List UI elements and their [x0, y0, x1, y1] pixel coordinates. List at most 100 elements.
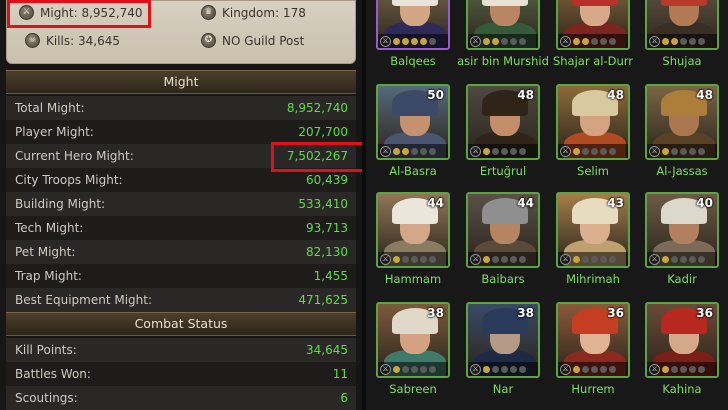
star-empty-icon [689, 365, 696, 373]
hero-level: 40 [696, 196, 713, 210]
hero-name: Mihrimah [566, 272, 620, 286]
star-empty-icon [680, 255, 687, 263]
star-filled-icon [582, 37, 589, 45]
star-filled-icon [662, 147, 669, 155]
hero-level: 38 [517, 306, 534, 320]
kills-summary-text: Kills: 34,645 [46, 33, 120, 48]
star-filled-icon [402, 147, 409, 155]
hero-portrait[interactable]: 36 ⚔ [645, 302, 719, 378]
hero-portrait[interactable]: ⚔ [556, 0, 630, 50]
hero-star-rating: ⚔ [468, 252, 538, 266]
hero-star-rating: ⚔ [468, 144, 538, 158]
hero-portrait[interactable]: ⚔ [376, 0, 450, 50]
star-empty-icon [600, 255, 607, 263]
hero-name: Al-Jassas [656, 164, 708, 178]
star-filled-icon [573, 255, 580, 263]
hero-portrait[interactable]: 44 ⚔ [376, 192, 450, 268]
hero-portrait[interactable]: ⚔ [645, 0, 719, 50]
hero-star-rating: ⚔ [558, 34, 628, 48]
star-empty-icon [680, 147, 687, 155]
row-label: Current Hero Might: [15, 149, 134, 163]
star-empty-icon [591, 255, 598, 263]
hero-portrait-headwear [661, 0, 707, 6]
hero-class-icon: ⚔ [470, 145, 481, 157]
hero-portrait[interactable]: 36 ⚔ [556, 302, 630, 378]
star-empty-icon [411, 147, 418, 155]
star-empty-icon [420, 147, 427, 155]
row-value: 60,439 [306, 173, 348, 187]
hero-name: Kadir [667, 272, 697, 286]
star-filled-icon [662, 37, 669, 45]
star-empty-icon [689, 37, 696, 45]
star-empty-icon [609, 365, 616, 373]
row-label: Tech Might: [15, 221, 84, 235]
row-value: 34,645 [306, 343, 348, 357]
star-empty-icon [591, 365, 598, 373]
star-filled-icon [420, 37, 427, 45]
hero-name: Sabreen [389, 382, 437, 396]
hero-portrait[interactable]: 43 ⚔ [556, 192, 630, 268]
star-empty-icon [501, 147, 508, 155]
hero-class-icon: ⚔ [560, 363, 571, 375]
row-value: 93,713 [306, 221, 348, 235]
star-empty-icon [510, 255, 517, 263]
hero-portrait[interactable]: 48 ⚔ [466, 84, 540, 160]
star-empty-icon [609, 37, 616, 45]
star-empty-icon [680, 37, 687, 45]
hero-class-icon: ⚔ [380, 35, 391, 47]
hero-name: Shujaa [662, 54, 702, 68]
hero-level: 44 [427, 196, 444, 210]
star-empty-icon [582, 365, 589, 373]
hero-portrait[interactable]: 40 ⚔ [645, 192, 719, 268]
star-empty-icon [429, 37, 436, 45]
star-empty-icon [698, 255, 705, 263]
star-empty-icon [429, 147, 436, 155]
hero-portrait[interactable]: 44 ⚔ [466, 192, 540, 268]
might-row-tech: Tech Might: 93,713 [6, 216, 356, 240]
hero-level: 50 [427, 88, 444, 102]
might-row-trap: Trap Might: 1,455 [6, 264, 356, 288]
hero-portrait[interactable]: 38 ⚔ [466, 302, 540, 378]
star-empty-icon [429, 255, 436, 263]
skull-icon: ☠ [25, 33, 40, 48]
hero-portrait-headwear [572, 0, 618, 6]
hero-name: Hurrem [571, 382, 615, 396]
hero-grid: ⚔ Balqees ⚔ asir bin Murshid ⚔ Shajar al-Durr… [366, 0, 728, 410]
row-value: 533,410 [298, 197, 348, 211]
might-row-building: Building Might: 533,410 [6, 192, 356, 216]
star-empty-icon [501, 37, 508, 45]
hero-name: Hammam [384, 272, 442, 286]
star-filled-icon [393, 37, 400, 45]
hero-portrait[interactable]: 48 ⚔ [645, 84, 719, 160]
star-empty-icon [429, 365, 436, 373]
hero-portrait[interactable]: 38 ⚔ [376, 302, 450, 378]
hero-name: Al-Basra [389, 164, 437, 178]
hero-portrait[interactable]: 50 ⚔ [376, 84, 450, 160]
star-empty-icon [510, 147, 517, 155]
hero-level: 38 [427, 306, 444, 320]
hero-class-icon: ⚔ [380, 145, 391, 157]
star-filled-icon [573, 147, 580, 155]
star-filled-icon [393, 365, 400, 373]
hero-class-icon: ⚔ [649, 145, 660, 157]
row-value: 1,455 [313, 269, 348, 283]
star-empty-icon [591, 37, 598, 45]
might-row-total: Total Might: 8,952,740 [6, 96, 356, 120]
hero-star-rating: ⚔ [647, 34, 717, 48]
star-empty-icon [402, 255, 409, 263]
might-row-best-equipment: Best Equipment Might: 471,625 [6, 288, 356, 312]
star-empty-icon [600, 37, 607, 45]
hero-class-icon: ⚔ [470, 363, 481, 375]
hero-portrait[interactable]: ⚔ [466, 0, 540, 50]
star-empty-icon [411, 365, 418, 373]
star-empty-icon [689, 255, 696, 263]
guild-crest-icon: ✪ [201, 33, 216, 48]
star-filled-icon [402, 37, 409, 45]
might-row-player: Player Might: 207,700 [6, 120, 356, 144]
hero-portrait[interactable]: 48 ⚔ [556, 84, 630, 160]
star-filled-icon [671, 37, 678, 45]
hero-star-rating: ⚔ [378, 144, 448, 158]
star-empty-icon [519, 147, 526, 155]
row-value: 6 [340, 391, 348, 405]
hero-level: 43 [607, 196, 624, 210]
